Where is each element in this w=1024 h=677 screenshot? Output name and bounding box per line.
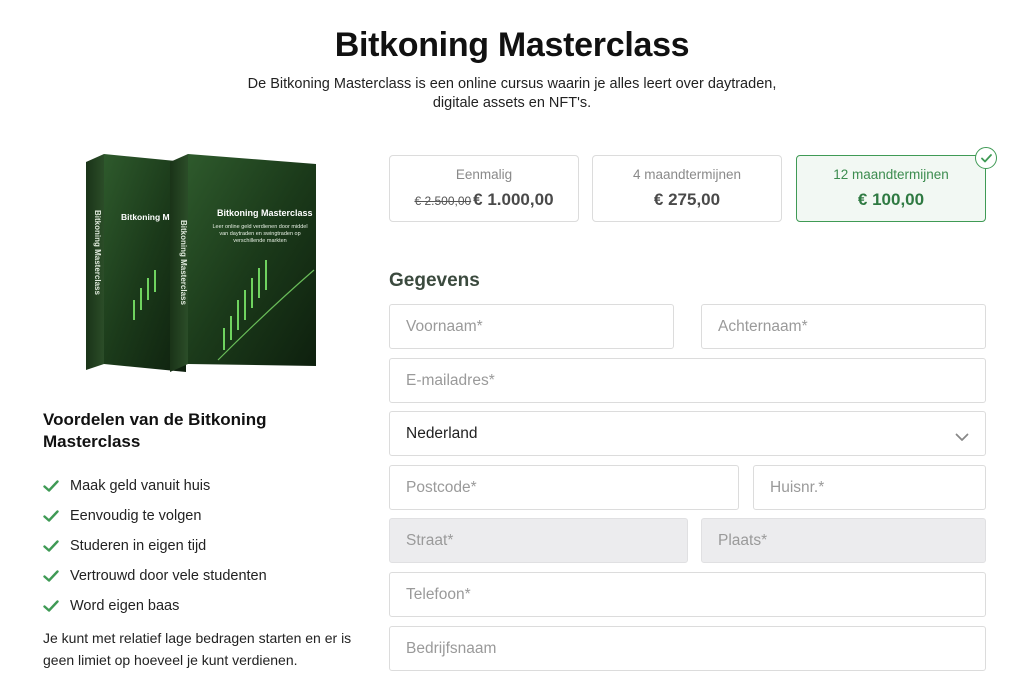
benefits-note: Je kunt met relatief lage bedragen start… — [43, 630, 352, 668]
country-value: Nederland — [406, 424, 478, 442]
box-description: Leer online geld verdienen door middel v… — [212, 224, 308, 244]
phone-input[interactable] — [389, 572, 986, 617]
email-input[interactable] — [389, 358, 986, 403]
check-icon — [43, 569, 61, 583]
benefit-item: Word eigen baas — [43, 591, 267, 621]
company-input[interactable] — [389, 626, 986, 671]
box-spine-text-front: Bitkoning Masterclass — [179, 220, 188, 305]
street-input — [389, 518, 688, 563]
plan-name: Eenmalig — [455, 167, 513, 182]
city-input — [701, 518, 986, 563]
postcode-input[interactable] — [389, 465, 739, 510]
page-title: Bitkoning Masterclass — [334, 26, 690, 64]
benefit-item: Maak geld vanuit huis — [43, 471, 267, 501]
product-box-front: Bitkoning Masterclass Bitkoning Mastercl… — [170, 154, 316, 372]
box-spine-text: Bitkoning Masterclass — [93, 210, 102, 295]
benefit-label: Word eigen baas — [70, 598, 180, 614]
plan-price: € 1.000,00 — [473, 190, 554, 209]
plan-name: 4 maandtermijnen — [632, 167, 742, 182]
form-title: Gegevens — [389, 270, 480, 291]
last-name-input[interactable] — [701, 304, 986, 349]
selected-check-icon — [975, 147, 997, 169]
check-icon — [43, 509, 61, 523]
plan-name: 12 maandtermijnen — [833, 167, 949, 182]
benefit-label: Eenvoudig te volgen — [70, 508, 202, 524]
benefits-list: Maak geld vanuit huis Eenvoudig te volge… — [43, 471, 267, 621]
check-icon — [43, 479, 61, 493]
check-icon — [43, 539, 61, 553]
plan-price: € 275,00 — [653, 190, 721, 209]
chevron-down-icon — [955, 429, 969, 441]
product-image: Bitkoning Masterclass Bitkoning Mastercl… — [78, 150, 328, 380]
benefit-item: Eenvoudig te volgen — [43, 501, 267, 531]
plan-old-price: € 2.500,00 — [414, 194, 472, 208]
plan-price-row: € 2.500,00 € 1.000,00 — [390, 190, 578, 210]
benefits-title: Voordelen van de Bitkoning Masterclass — [43, 410, 267, 451]
benefit-item: Vertrouwd door vele studenten — [43, 561, 267, 591]
benefit-label: Maak geld vanuit huis — [70, 478, 211, 494]
plan-option-12-maandtermijnen[interactable]: 12 maandtermijnen € 100,00 — [796, 147, 997, 222]
benefit-label: Studeren in eigen tijd — [70, 538, 207, 554]
benefit-label: Vertrouwd door vele studenten — [70, 568, 267, 584]
house-number-input[interactable] — [753, 465, 986, 510]
plan-option-4-maandtermijnen[interactable]: 4 maandtermijnen € 275,00 — [592, 155, 782, 222]
benefit-item: Studeren in eigen tijd — [43, 531, 267, 561]
plan-option-eenmalig[interactable]: Eenmalig € 2.500,00 € 1.000,00 — [389, 155, 579, 222]
page-subtitle: De Bitkoning Masterclass is een online c… — [247, 76, 777, 111]
country-select[interactable]: Nederland — [389, 411, 986, 456]
box-title-front: Bitkoning Masterclass — [217, 208, 313, 218]
plan-price: € 100,00 — [857, 190, 925, 209]
first-name-input[interactable] — [389, 304, 674, 349]
check-icon — [43, 599, 61, 613]
